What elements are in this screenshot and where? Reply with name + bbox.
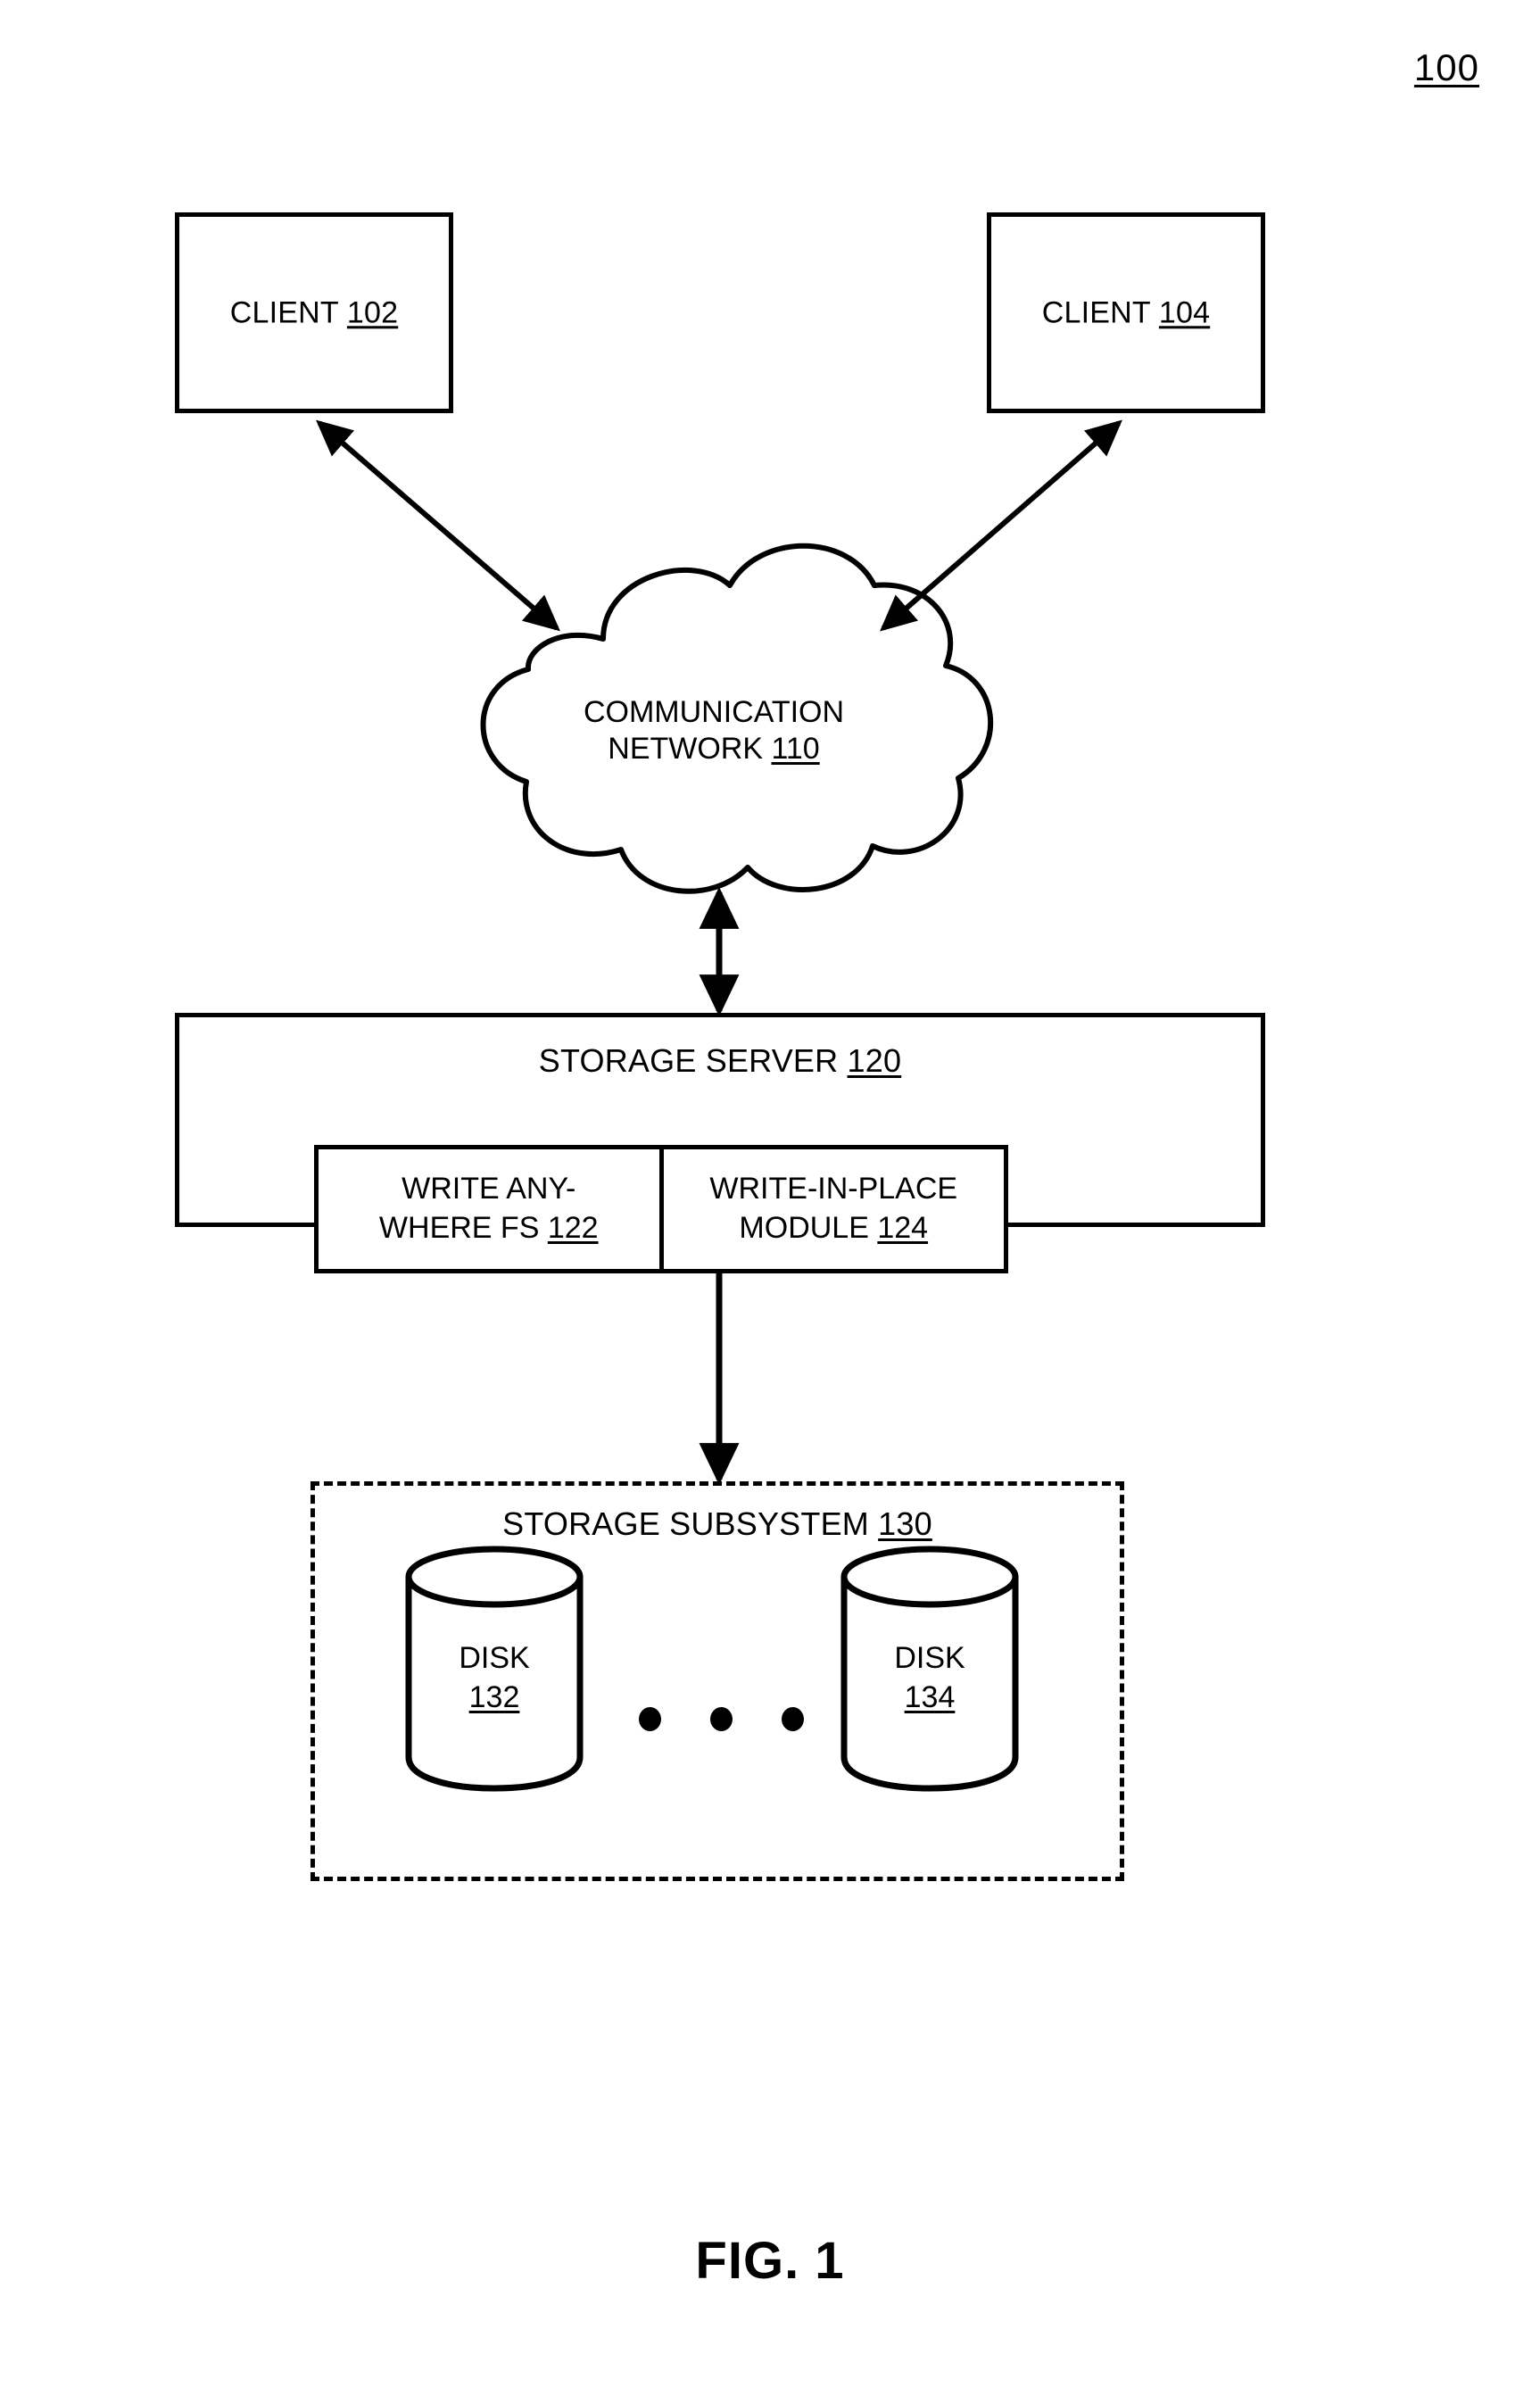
network-line1: COMMUNICATION — [583, 695, 845, 729]
write-anywhere-fs-line1: WRITE ANY- — [402, 1172, 576, 1206]
disk-132-label: DISK 132 — [400, 1639, 589, 1717]
disk-134-ref: 134 — [904, 1679, 956, 1714]
write-in-place-label: WRITE-IN-PLACE MODULE 124 — [709, 1170, 957, 1248]
figure-caption: FIG. 1 — [695, 2232, 845, 2290]
disk-134-label: DISK 134 — [835, 1639, 1024, 1717]
client-102-label: CLIENT 102 — [179, 294, 449, 329]
network-line2-wrap: NETWORK 110 — [428, 731, 999, 767]
client-104-label: CLIENT 104 — [991, 294, 1261, 329]
ellipsis-dot-3 — [782, 1707, 804, 1731]
network-line2: NETWORK — [608, 732, 764, 767]
client-102-ref: 102 — [346, 294, 399, 329]
storage-subsystem-box[interactable]: STORAGE SUBSYSTEM 130 DISK 132 DISK 134 — [310, 1481, 1124, 1881]
storage-server-modules: WRITE ANY- WHERE FS 122 WRITE-IN-PLACE M… — [314, 1145, 1008, 1273]
client-104-title: CLIENT — [1041, 294, 1151, 329]
communication-network-label: COMMUNICATION NETWORK 110 — [428, 694, 999, 768]
write-anywhere-fs-ref: 122 — [547, 1211, 599, 1245]
patent-figure-page: 100 CLIENT 102 CLIENT 104 COMMUNICATION … — [0, 0, 1540, 2396]
disk-132[interactable]: DISK 132 — [400, 1541, 589, 1793]
disk-132-ref: 132 — [468, 1679, 520, 1714]
storage-subsystem-ref: 130 — [878, 1505, 932, 1542]
communication-network-cloud[interactable]: COMMUNICATION NETWORK 110 — [428, 535, 999, 910]
disk-132-title: DISK — [459, 1641, 530, 1675]
ellipsis-dot-1 — [639, 1707, 661, 1731]
storage-subsystem-title-text: STORAGE SUBSYSTEM — [502, 1505, 869, 1542]
client-102-title: CLIENT — [229, 294, 339, 329]
disk-134-title: DISK — [894, 1641, 965, 1675]
write-anywhere-fs-label: WRITE ANY- WHERE FS 122 — [379, 1170, 599, 1248]
client-104-ref: 104 — [1158, 294, 1211, 329]
write-anywhere-fs-module[interactable]: WRITE ANY- WHERE FS 122 — [319, 1149, 659, 1269]
storage-server-title: STORAGE SERVER 120 — [179, 1042, 1261, 1080]
figure-reference-number: 100 — [1413, 46, 1479, 88]
disk-134[interactable]: DISK 134 — [835, 1541, 1024, 1793]
write-in-place-module[interactable]: WRITE-IN-PLACE MODULE 124 — [658, 1149, 1005, 1269]
storage-server-ref: 120 — [847, 1042, 902, 1079]
disks-ellipsis-icon — [627, 1707, 816, 1734]
client-104-box[interactable]: CLIENT 104 — [987, 212, 1265, 413]
network-ref: 110 — [771, 732, 820, 767]
storage-server-title-text: STORAGE SERVER — [538, 1042, 839, 1079]
write-in-place-line2: MODULE — [739, 1211, 869, 1245]
write-in-place-line1: WRITE-IN-PLACE — [709, 1172, 958, 1206]
client-102-box[interactable]: CLIENT 102 — [175, 212, 453, 413]
write-anywhere-fs-line2: WHERE FS — [378, 1211, 540, 1245]
ellipsis-dot-2 — [710, 1707, 733, 1731]
storage-subsystem-title: STORAGE SUBSYSTEM 130 — [315, 1505, 1120, 1543]
write-in-place-ref: 124 — [877, 1211, 929, 1245]
